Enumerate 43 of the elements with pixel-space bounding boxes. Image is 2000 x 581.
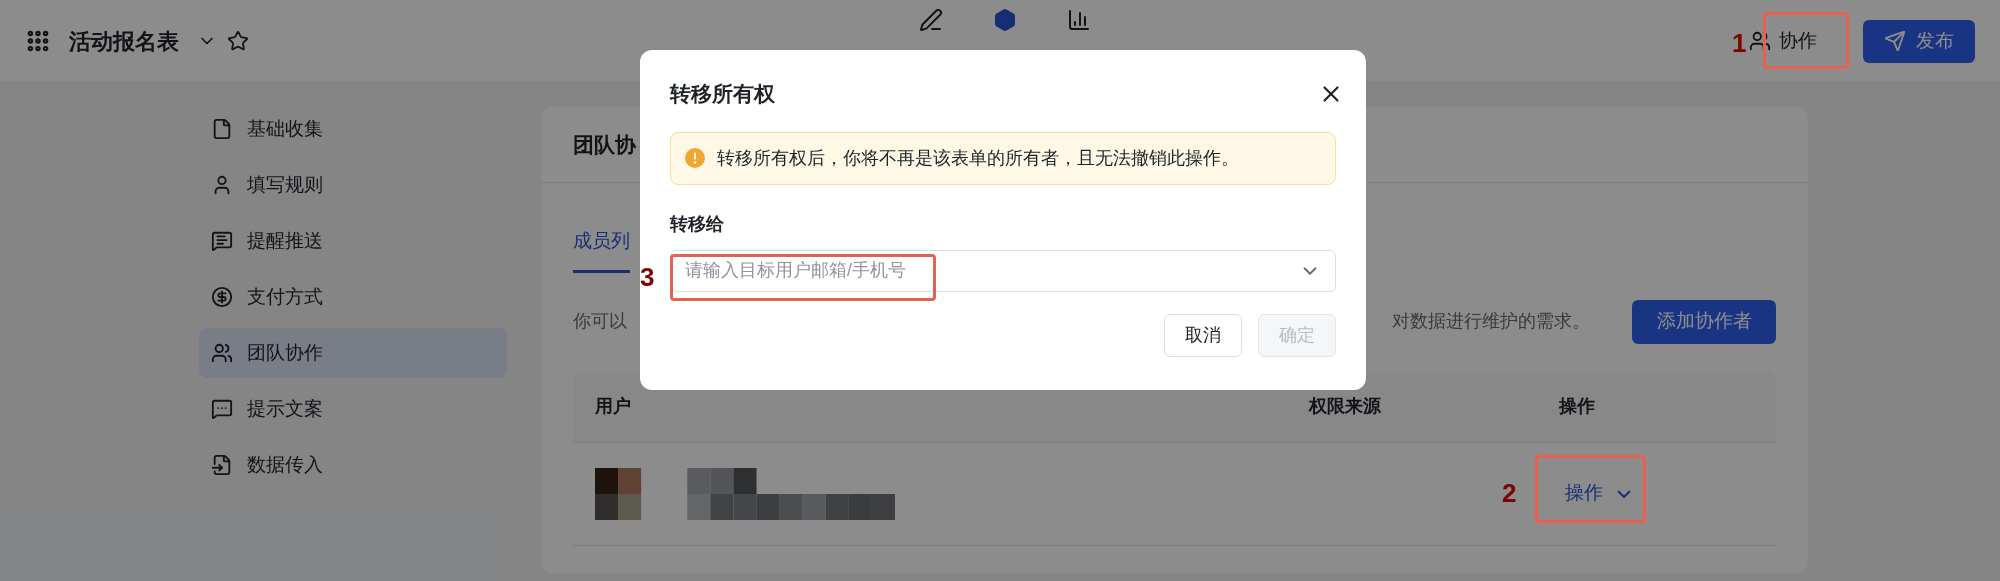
annotation-number: 2 — [1502, 477, 1517, 510]
add-collaborator-button[interactable]: 添加协作者 — [1632, 299, 1776, 344]
dollar-icon — [211, 286, 233, 308]
dialog-title: 转移所有权 — [670, 81, 775, 107]
publish-button[interactable]: 发布 — [1863, 19, 1975, 63]
column-header: 权限来源 — [1309, 395, 1382, 418]
sidebar-item[interactable]: 数据传入 — [199, 440, 507, 490]
sidebar-item[interactable]: 提示文案 — [199, 384, 507, 434]
message-icon — [211, 230, 233, 252]
people-icon — [211, 342, 233, 364]
annotation-number: 1 — [1732, 27, 1747, 60]
chat-dots-icon — [211, 398, 233, 420]
chevron-down-icon — [1617, 489, 1631, 498]
star-icon[interactable] — [227, 30, 249, 52]
sidebar-item[interactable]: 支付方式 — [199, 272, 507, 322]
sidebar-item[interactable]: 基础收集 — [199, 104, 507, 154]
column-header: 用户 — [595, 395, 632, 418]
warning-icon — [685, 148, 705, 168]
nav-tab[interactable] — [993, 8, 1017, 32]
cancel-button[interactable]: 取消 — [1164, 313, 1242, 357]
members-tab[interactable]: 成员列 — [573, 227, 630, 273]
column-header: 操作 — [1559, 395, 1595, 418]
annotation-number: 3 — [640, 261, 655, 294]
file-icon — [211, 118, 233, 140]
send-icon — [1884, 30, 1906, 52]
hexagon-icon — [993, 8, 1017, 32]
description-text: 你可以 — [573, 310, 627, 333]
apps-grid-icon[interactable] — [25, 28, 51, 54]
field-label: 转移给 — [670, 212, 724, 236]
nav-tab[interactable] — [1067, 8, 1091, 32]
form-title: 活动报名表 — [69, 27, 179, 56]
sidebar-item[interactable]: 团队协作 — [199, 328, 507, 378]
file-import-icon — [211, 454, 233, 476]
actions-dropdown[interactable]: 操作 — [1565, 479, 1631, 508]
sidebar-item[interactable]: 提醒推送 — [199, 216, 507, 266]
bar-chart-icon — [1067, 8, 1091, 32]
card-title: 团队协 — [573, 131, 636, 158]
sidebar-item[interactable]: 填写规则 — [199, 160, 507, 210]
warning-text: 转移所有权后，你将不再是该表单的所有者，且无法撤销此操作。 — [717, 146, 1239, 170]
nav-tab[interactable] — [919, 8, 943, 32]
pen-icon — [919, 8, 943, 32]
people-icon — [1749, 30, 1771, 52]
description-text: 对数据进行维护的需求。 — [1392, 310, 1590, 333]
